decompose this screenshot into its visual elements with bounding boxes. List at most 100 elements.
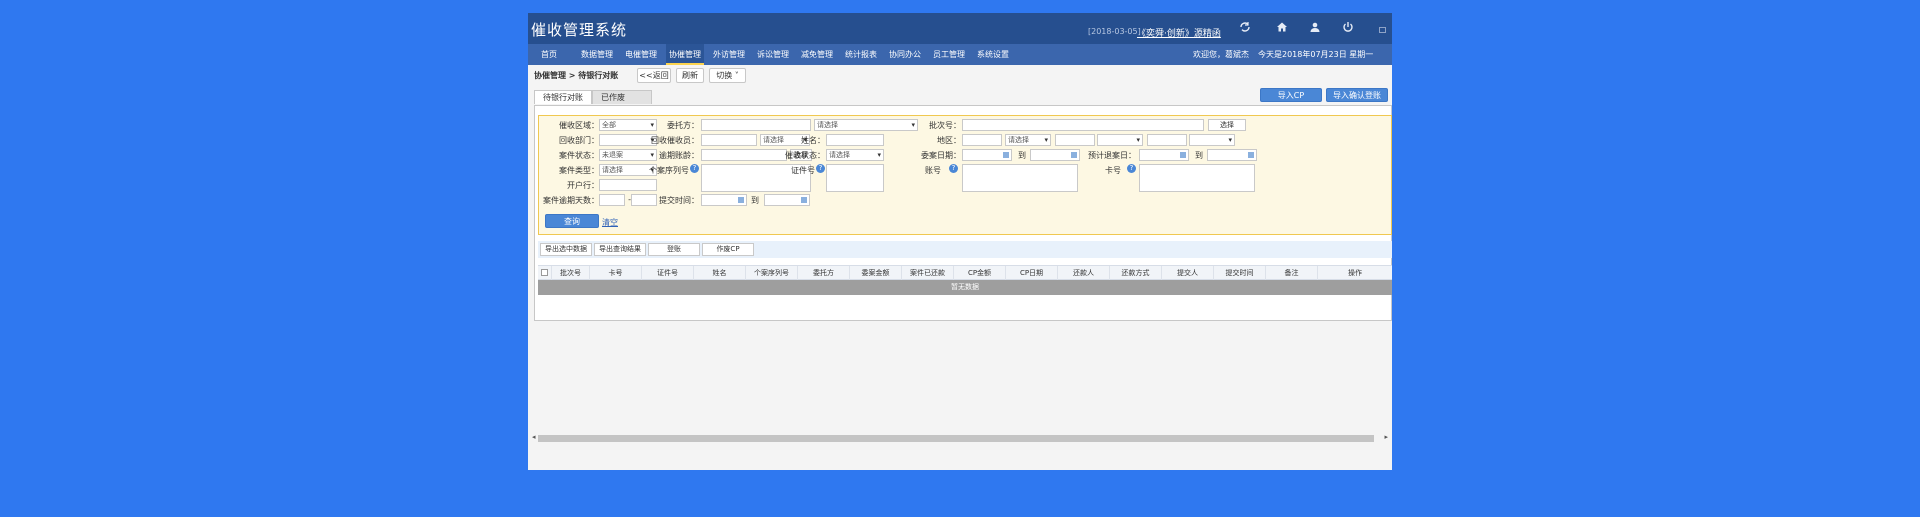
header-link[interactable]: 《奕舜·创新》源精函	[1137, 26, 1221, 39]
help-icon[interactable]: ?	[949, 164, 958, 173]
entrust-date-from[interactable]	[962, 149, 1012, 161]
scrollbar-thumb[interactable]	[538, 435, 1374, 442]
entrust-date-label: 委案日期：	[921, 151, 961, 160]
help-icon[interactable]: ?	[816, 164, 825, 173]
refresh-icon[interactable]	[1237, 21, 1253, 37]
import-confirm-button[interactable]: 导入确认登账	[1326, 88, 1388, 102]
expected-return-from[interactable]	[1139, 149, 1189, 161]
col-header[interactable]: 姓名	[694, 266, 746, 281]
welcome-text: 欢迎您，葛斌杰	[1193, 50, 1249, 59]
account-textarea[interactable]	[962, 164, 1078, 192]
overdue-days-from[interactable]	[599, 194, 625, 206]
scroll-left-icon[interactable]: ◂	[532, 433, 536, 441]
submit-time-from[interactable]	[701, 194, 747, 206]
col-header[interactable]: 卡号	[590, 266, 642, 281]
calendar-icon[interactable]	[1003, 152, 1009, 158]
col-header[interactable]: 委托方	[798, 266, 850, 281]
col-header[interactable]: 提交时间	[1214, 266, 1266, 281]
menu-item-office[interactable]: 协同办公	[886, 44, 924, 65]
menu-item-data[interactable]: 数据管理	[578, 44, 616, 65]
collect-status-select[interactable]: 请选择	[826, 149, 884, 161]
clear-link[interactable]: 清空	[602, 217, 618, 228]
col-header[interactable]: 操作	[1318, 266, 1392, 281]
collector-input[interactable]	[701, 134, 757, 146]
entrust-date-to[interactable]	[1030, 149, 1080, 161]
help-icon[interactable]: ?	[690, 164, 699, 173]
calendar-icon[interactable]	[1180, 152, 1186, 158]
menu-item-staff[interactable]: 员工管理	[930, 44, 968, 65]
card-label: 卡号	[1105, 166, 1121, 175]
post-button[interactable]: 登账	[648, 243, 700, 256]
batch-label: 批次号：	[929, 121, 961, 130]
name-label: 姓名：	[801, 136, 825, 145]
client-input[interactable]	[701, 119, 811, 131]
name-input[interactable]	[826, 134, 884, 146]
id-textarea[interactable]	[826, 164, 884, 192]
overdue-account-label: 逾期账龄：	[659, 151, 699, 160]
home-icon[interactable]	[1274, 21, 1290, 37]
horizontal-scrollbar[interactable]: ◂ ▸	[532, 433, 1392, 443]
import-cp-button[interactable]: 导入CP	[1260, 88, 1322, 102]
refresh-button[interactable]: 刷新	[676, 68, 704, 83]
col-header[interactable]: 委案金额	[850, 266, 902, 281]
region-city-input[interactable]	[1055, 134, 1095, 146]
menu-item-home[interactable]: 首页	[536, 44, 562, 65]
menu-item-phone[interactable]: 电催管理	[622, 44, 660, 65]
calendar-icon[interactable]	[801, 197, 807, 203]
breadcrumb: 协催管理 > 待银行对账	[534, 71, 619, 80]
select-all-checkbox[interactable]	[538, 266, 552, 281]
switch-button[interactable]: 切换 ˅	[709, 68, 746, 83]
tab-pending-reconcile[interactable]: 待银行对账	[534, 90, 592, 104]
calendar-icon[interactable]	[738, 197, 744, 203]
query-button[interactable]: 查询	[545, 214, 599, 228]
menu-item-settings[interactable]: 系统设置	[974, 44, 1012, 65]
col-header[interactable]: 提交人	[1162, 266, 1214, 281]
col-header[interactable]: 批次号	[552, 266, 590, 281]
submit-time-to[interactable]	[764, 194, 810, 206]
user-icon[interactable]	[1307, 21, 1323, 37]
batch-choose-button[interactable]: 选择	[1208, 119, 1246, 131]
col-header[interactable]: 个案序列号	[746, 266, 798, 281]
collect-dept-label: 回收部门：	[559, 136, 599, 145]
help-icon[interactable]: ?	[1127, 164, 1136, 173]
power-icon[interactable]	[1340, 21, 1356, 37]
export-selected-button[interactable]: 导出选中数据	[540, 243, 592, 256]
region-input[interactable]	[962, 134, 1002, 146]
menu-item-reduce[interactable]: 减免管理	[798, 44, 836, 65]
col-header[interactable]: CP日期	[1006, 266, 1058, 281]
app-header: 催收管理系统 [2018-03-05] 《奕舜·创新》源精函	[528, 13, 1392, 44]
client-select[interactable]: 请选择	[814, 119, 918, 131]
region-district-input[interactable]	[1147, 134, 1187, 146]
batch-input[interactable]	[962, 119, 1204, 131]
void-cp-button[interactable]: 作废CP	[702, 243, 754, 256]
tab-voided[interactable]: 已作废	[592, 90, 652, 104]
collector-label: 回收催收员：	[651, 136, 699, 145]
open-bank-input[interactable]	[599, 179, 657, 191]
card-textarea[interactable]	[1139, 164, 1255, 192]
menu-item-visit[interactable]: 外访管理	[710, 44, 748, 65]
empty-state: 暂无数据	[538, 280, 1392, 295]
col-header[interactable]: 证件号	[642, 266, 694, 281]
expected-return-to-label: 到	[1195, 151, 1203, 160]
menu-item-assist[interactable]: 协催管理	[666, 44, 704, 65]
expected-return-to[interactable]	[1207, 149, 1257, 161]
col-header[interactable]: CP金额	[954, 266, 1006, 281]
action-bar: 导出选中数据 导出查询结果 登账 作废CP	[538, 241, 1392, 258]
region-province-select[interactable]: 请选择	[1005, 134, 1051, 146]
col-header[interactable]: 还款人	[1058, 266, 1110, 281]
overdue-account-input[interactable]	[701, 149, 787, 161]
col-header[interactable]: 还款方式	[1110, 266, 1162, 281]
col-header[interactable]: 备注	[1266, 266, 1318, 281]
calendar-icon[interactable]	[1248, 152, 1254, 158]
menu-item-lawsuit[interactable]: 诉讼管理	[754, 44, 792, 65]
scroll-right-icon[interactable]: ▸	[1384, 433, 1388, 441]
col-header[interactable]: 案件已还款	[902, 266, 954, 281]
menu-item-report[interactable]: 统计报表	[842, 44, 880, 65]
window-icon[interactable]	[1379, 27, 1386, 33]
region-city-select[interactable]	[1097, 134, 1143, 146]
region-district-select[interactable]	[1189, 134, 1235, 146]
export-result-button[interactable]: 导出查询结果	[594, 243, 646, 256]
back-button[interactable]: <<返回	[637, 68, 671, 83]
region-label: 地区：	[937, 136, 961, 145]
calendar-icon[interactable]	[1071, 152, 1077, 158]
